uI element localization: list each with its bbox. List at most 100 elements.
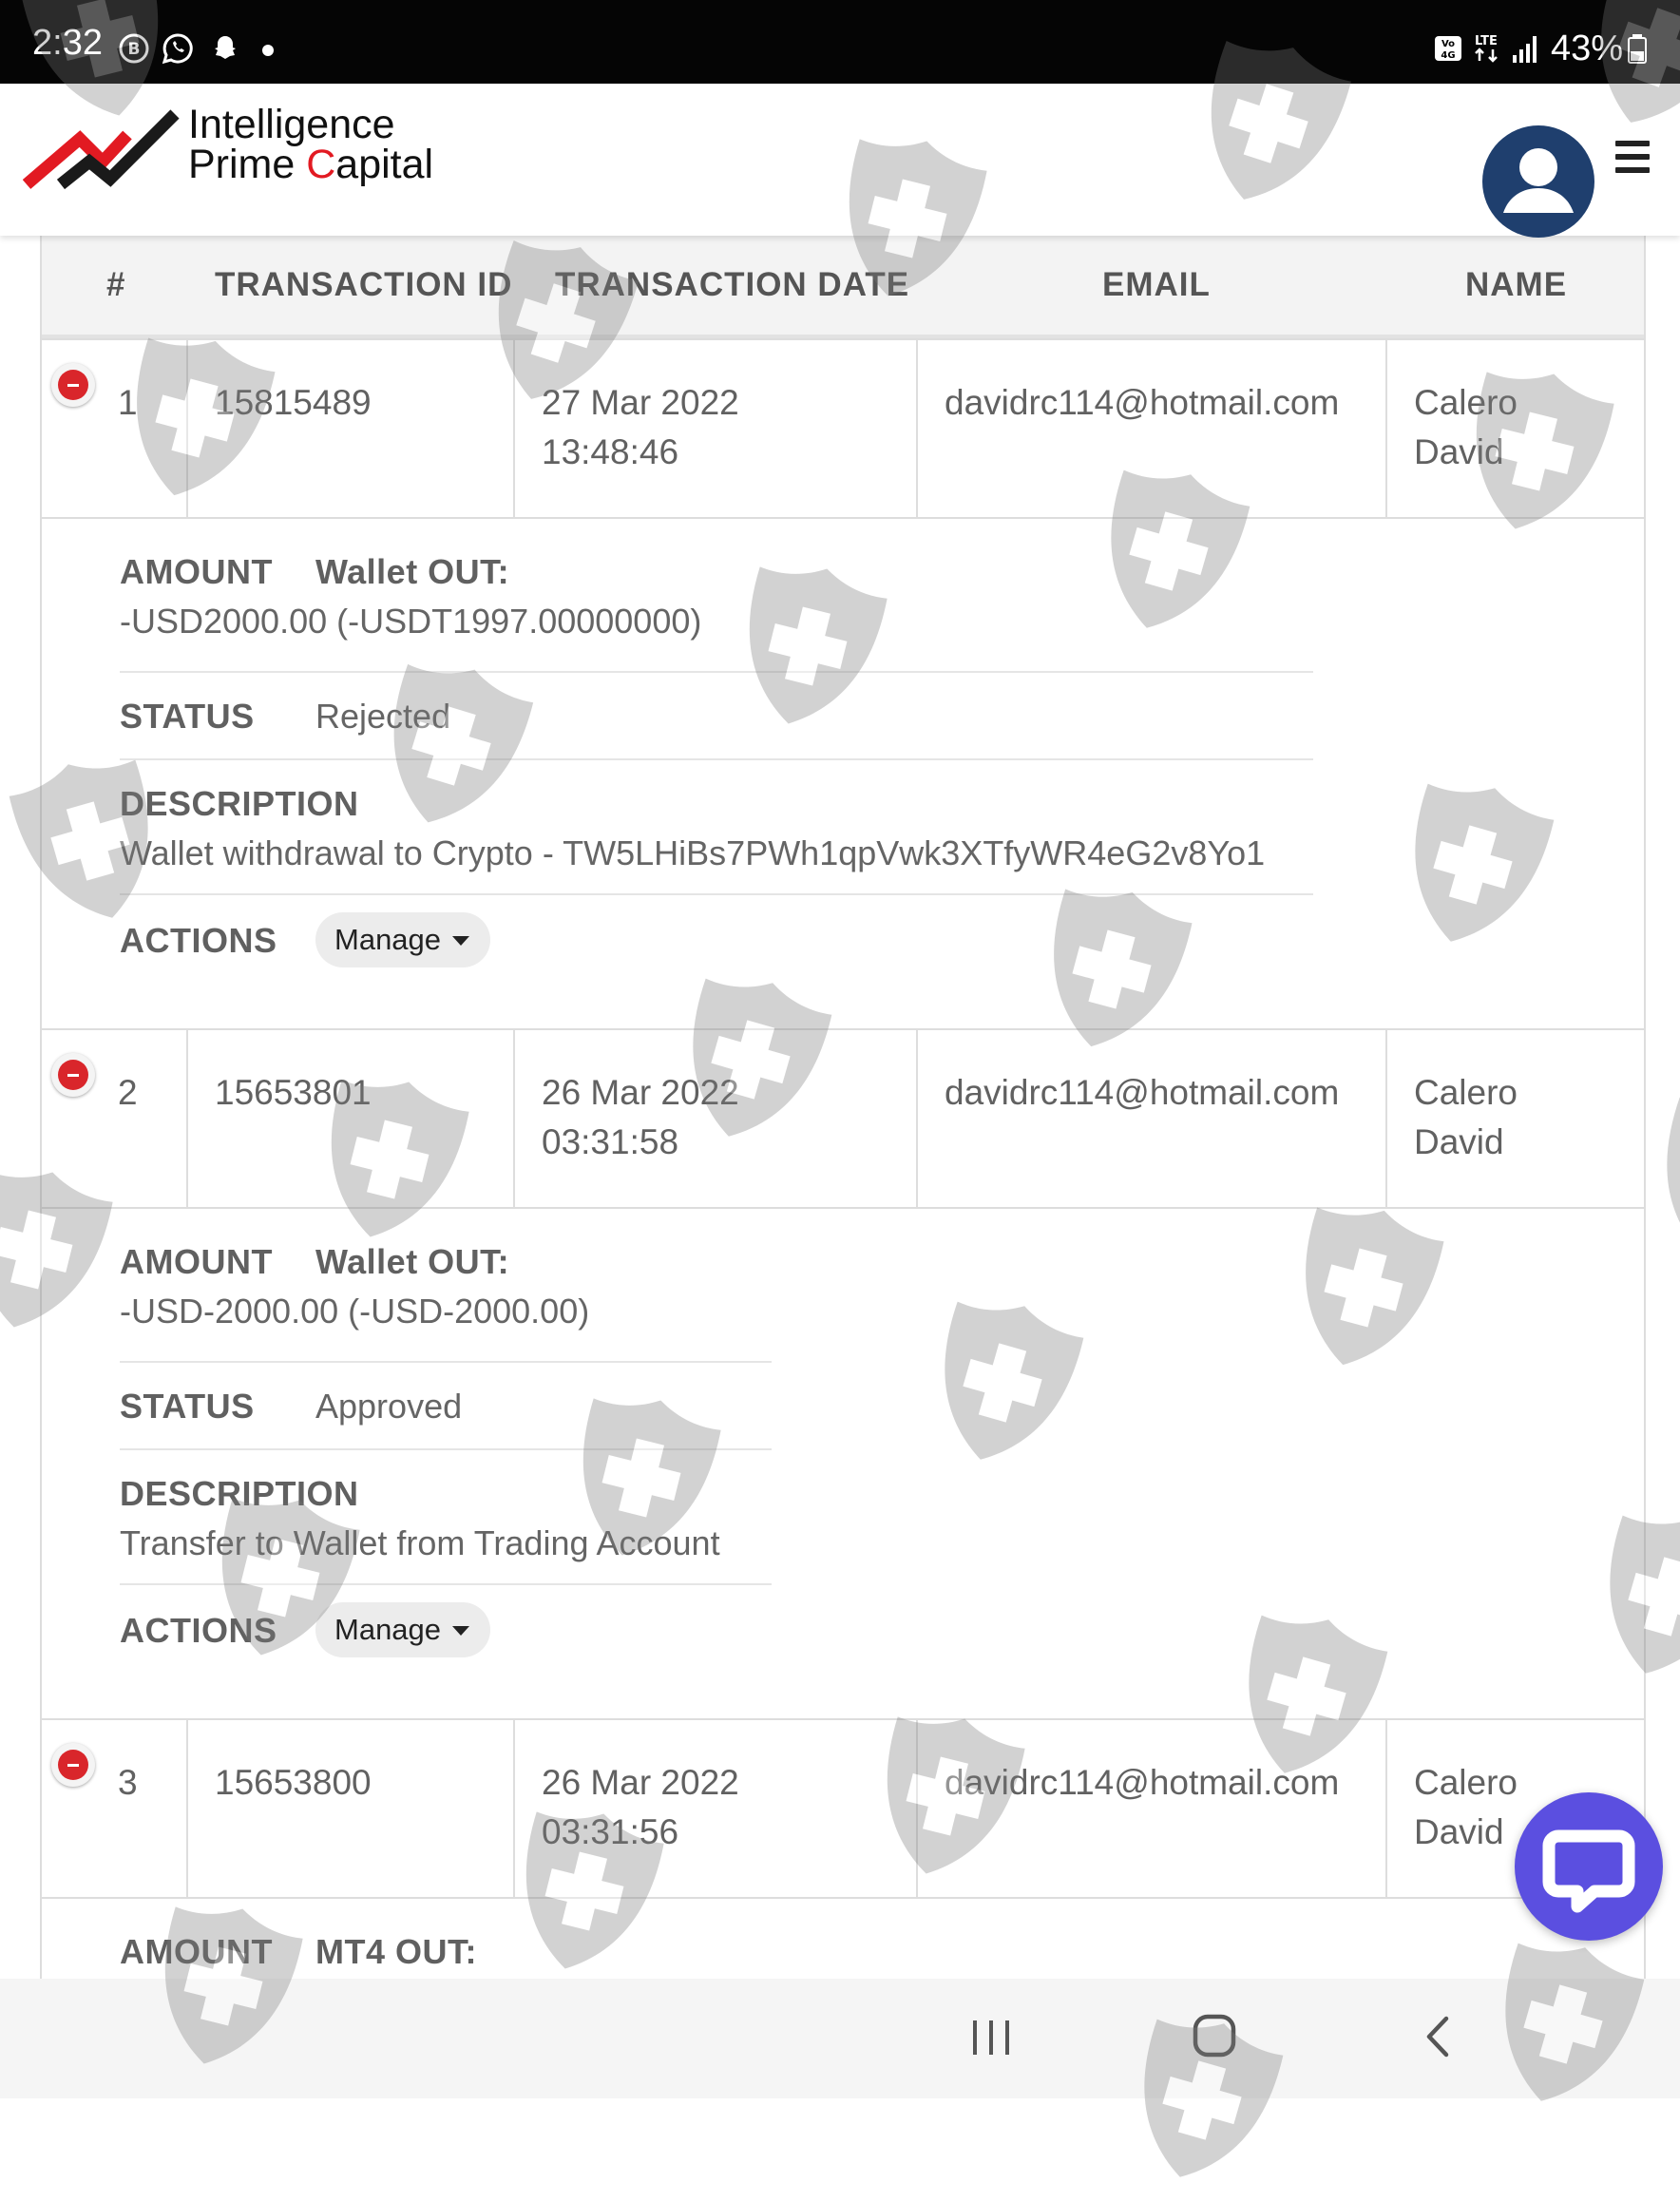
column-header-email: EMAIL <box>1102 266 1211 303</box>
row-number: 3 <box>118 1763 138 1802</box>
b-notification-icon: B <box>119 33 149 64</box>
minus-circle-icon <box>58 370 88 400</box>
app-header: Intelligence Prime Capital <box>0 84 1680 238</box>
delete-row-button[interactable] <box>51 1053 95 1097</box>
profile-avatar-button[interactable] <box>1482 125 1594 238</box>
transaction-id: 15653800 <box>215 1763 372 1802</box>
row-number-cell: 1 <box>42 340 188 517</box>
status-time: 2:32 <box>32 23 103 63</box>
amount-label: AMOUNT <box>120 1242 273 1281</box>
actions-label: ACTIONS <box>120 921 277 960</box>
chat-bubble-icon <box>1542 1829 1635 1913</box>
ghost-notification-icon <box>215 36 236 59</box>
transaction-date: 27 Mar 2022 <box>542 383 739 422</box>
lte-icon: LTE <box>1475 34 1498 63</box>
table-row[interactable]: 3 15653800 26 Mar 2022 03:31:56 davidrc1… <box>42 1718 1644 1899</box>
status-label: STATUS <box>120 697 255 736</box>
transaction-id-cell: 15815489 <box>186 340 515 517</box>
battery-percent: 43% <box>1551 29 1624 68</box>
signal-icon <box>1513 36 1537 63</box>
brand-word-capital: apital <box>335 142 434 187</box>
name-first-line: Calero <box>1414 383 1518 422</box>
transactions-table: # TRANSACTION ID TRANSACTION DATE EMAIL … <box>40 236 1646 1979</box>
actions-label: ACTIONS <box>120 1611 277 1650</box>
transaction-time: 13:48:46 <box>542 432 679 471</box>
table-row[interactable]: 2 15653801 26 Mar 2022 03:31:58 davidrc1… <box>42 1028 1644 1209</box>
svg-text:B: B <box>128 40 141 59</box>
name-first-line: Calero <box>1414 1073 1518 1112</box>
amount-label: AMOUNT <box>120 552 273 591</box>
menu-button[interactable] <box>1615 141 1650 173</box>
more-notifications-dot <box>262 45 274 56</box>
delete-row-button[interactable] <box>51 363 95 407</box>
brand-logo-icon[interactable] <box>23 106 181 190</box>
description-value: Wallet withdrawal to Crypto - TW5LHiBs7P… <box>120 833 1266 872</box>
email-value: davidrc114@hotmail.com <box>945 1073 1340 1112</box>
row-number-cell: 3 <box>42 1720 188 1897</box>
manage-dropdown-button[interactable]: Manage <box>315 912 490 967</box>
minus-circle-icon <box>58 1750 88 1780</box>
name-second-line: David <box>1414 1812 1504 1851</box>
recent-apps-icon[interactable] <box>969 2015 1013 2060</box>
transaction-id-cell: 15653800 <box>186 1720 515 1897</box>
transfer-type-label: MT4 OUT: <box>315 1932 477 1971</box>
name-first-line: Calero <box>1414 1763 1518 1802</box>
brand-accent-letter: C <box>306 142 336 187</box>
caret-down-icon <box>452 936 469 946</box>
transaction-details: AMOUNT MT4 OUT: <box>42 1897 1644 1979</box>
divider <box>120 1361 772 1363</box>
status-value: Approved <box>315 1387 463 1426</box>
svg-text:LTE: LTE <box>1475 34 1498 48</box>
divider <box>120 1448 772 1450</box>
transaction-date: 26 Mar 2022 <box>542 1763 739 1802</box>
name-second-line: David <box>1414 432 1504 471</box>
status-bar: 2:32 B Vo 4G LTE 43% <box>0 0 1680 84</box>
transaction-date-cell: 27 Mar 2022 13:48:46 <box>513 340 918 517</box>
email-value: davidrc114@hotmail.com <box>945 1763 1340 1802</box>
table-row[interactable]: 1 15815489 27 Mar 2022 13:48:46 davidrc1… <box>42 338 1644 519</box>
svg-text:Vo: Vo <box>1441 39 1455 49</box>
transaction-date-cell: 26 Mar 2022 03:31:58 <box>513 1030 918 1207</box>
battery-icon <box>1628 34 1647 64</box>
row-number: 1 <box>118 383 138 422</box>
user-avatar-icon <box>1503 148 1574 213</box>
description-value: Transfer to Wallet from Trading Account <box>120 1523 720 1562</box>
home-icon[interactable] <box>1192 2013 1237 2058</box>
transaction-id-cell: 15653801 <box>186 1030 515 1207</box>
row-number-cell: 2 <box>42 1030 188 1207</box>
system-navigation-bar <box>0 1979 1680 2098</box>
transaction-date: 26 Mar 2022 <box>542 1073 739 1112</box>
email-value: davidrc114@hotmail.com <box>945 383 1340 422</box>
brand-name-line2: Prime Capital <box>188 144 433 185</box>
divider <box>120 1583 772 1585</box>
email-cell: davidrc114@hotmail.com <box>916 1030 1387 1207</box>
column-header-transaction-id: TRANSACTION ID <box>215 266 513 303</box>
transaction-id: 15815489 <box>215 383 372 422</box>
description-label: DESCRIPTION <box>120 784 359 823</box>
row-number: 2 <box>118 1073 138 1112</box>
brand-word-prime: Prime <box>188 142 307 187</box>
manage-label: Manage <box>334 1613 442 1646</box>
live-chat-button[interactable] <box>1515 1792 1663 1941</box>
column-header-number: # <box>106 266 126 303</box>
delete-row-button[interactable] <box>51 1743 95 1787</box>
svg-text:4G: 4G <box>1441 50 1455 61</box>
brand-name-line1: Intelligence <box>188 102 395 147</box>
divider <box>120 893 1313 895</box>
transfer-type-label: Wallet OUT: <box>315 1242 510 1281</box>
column-header-name: NAME <box>1465 266 1568 303</box>
description-label: DESCRIPTION <box>120 1474 359 1513</box>
email-cell: davidrc114@hotmail.com <box>916 340 1387 517</box>
manage-label: Manage <box>334 923 442 956</box>
column-header-transaction-date: TRANSACTION DATE <box>555 266 910 303</box>
name-cell: Calero David <box>1385 1030 1644 1207</box>
status-label: STATUS <box>120 1387 255 1426</box>
transaction-id: 15653801 <box>215 1073 372 1112</box>
manage-dropdown-button[interactable]: Manage <box>315 1602 490 1657</box>
transaction-date-cell: 26 Mar 2022 03:31:56 <box>513 1720 918 1897</box>
minus-circle-icon <box>58 1060 88 1090</box>
caret-down-icon <box>452 1626 469 1636</box>
transfer-type-label: Wallet OUT: <box>315 552 510 591</box>
transaction-time: 03:31:58 <box>542 1122 679 1161</box>
back-icon[interactable] <box>1422 2013 1454 2060</box>
